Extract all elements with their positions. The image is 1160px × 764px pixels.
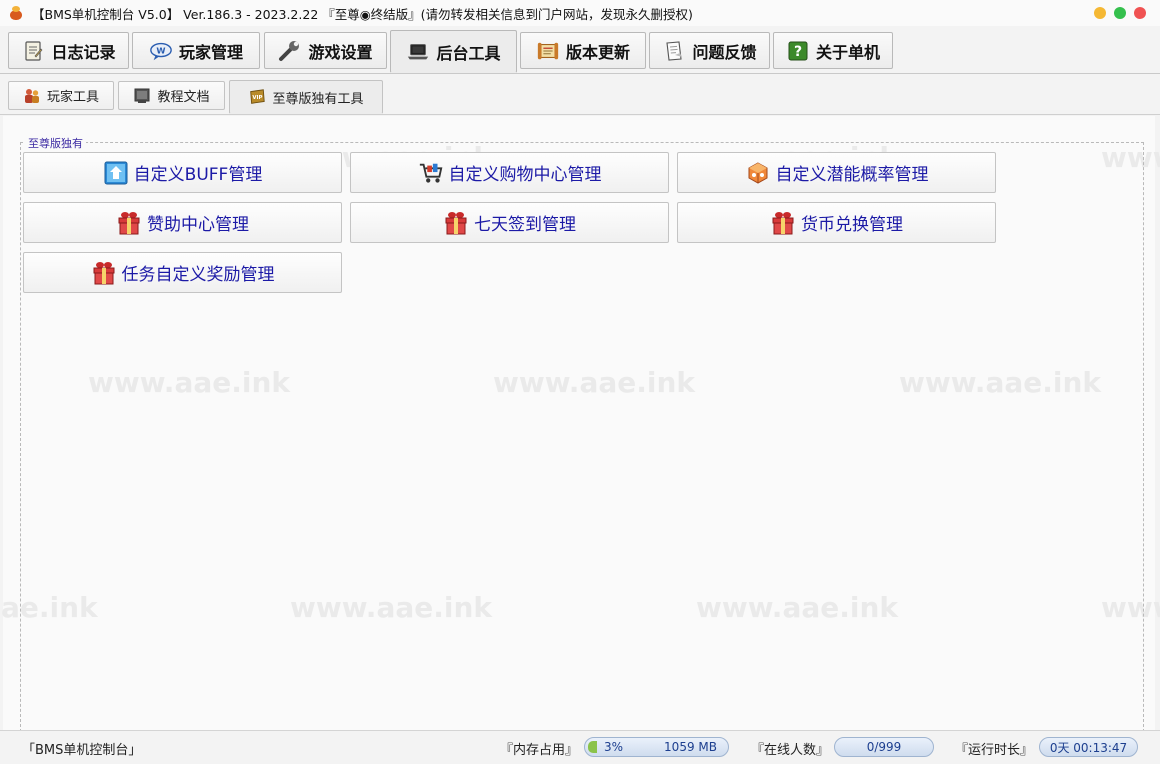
tab-label: 后台工具 bbox=[436, 43, 501, 63]
button-label: 赞助中心管理 bbox=[147, 215, 249, 235]
title-bar: 【BMS单机控制台 V5.0】 Ver.186.3 - 2023.2.22 『至… bbox=[0, 0, 1160, 26]
svg-text:W: W bbox=[156, 45, 165, 55]
group-title: 至尊版独有 bbox=[25, 135, 86, 151]
button-label: 自定义BUFF管理 bbox=[133, 165, 263, 185]
shopping-cart-icon bbox=[418, 160, 444, 186]
online-count: 0/999 bbox=[834, 737, 934, 757]
button-label: 货币兑换管理 bbox=[801, 215, 903, 235]
button-label: 自定义购物中心管理 bbox=[448, 165, 602, 185]
memory-used: 1059 MB bbox=[664, 740, 717, 754]
tab-label: 问题反馈 bbox=[692, 42, 757, 62]
memory-percent: 3% bbox=[604, 740, 624, 754]
svg-text:VIP: VIP bbox=[253, 95, 263, 101]
content-panel: www.aae.ink www.aae.ink www.aae.ink www.… bbox=[1, 116, 1160, 732]
currency-exchange-button[interactable]: 货币兑换管理 bbox=[677, 202, 996, 243]
button-label: 七天签到管理 bbox=[474, 215, 576, 235]
memory-label: 『内存占用』 bbox=[500, 743, 579, 758]
tab-label: 游戏设置 bbox=[308, 42, 373, 62]
tab-player-management[interactable]: W 玩家管理 bbox=[132, 32, 260, 69]
wrench-icon bbox=[278, 39, 302, 63]
gift-icon bbox=[443, 210, 469, 236]
maximize-button[interactable] bbox=[1114, 7, 1126, 19]
subtab-player-tools[interactable]: 玩家工具 bbox=[8, 81, 114, 110]
tab-label: 日志记录 bbox=[51, 42, 116, 62]
sub-tab-bar: 玩家工具 教程文档 VIP 至尊版独有工具 bbox=[0, 75, 1160, 115]
minimize-button[interactable] bbox=[1094, 7, 1106, 19]
custom-shop-button[interactable]: 自定义购物中心管理 bbox=[350, 152, 669, 193]
status-bar: 「BMS单机控制台」 『内存占用』 3% 1059 MB 『在线人数』 0/99… bbox=[0, 730, 1160, 764]
svg-text:?: ? bbox=[794, 44, 802, 60]
window-controls bbox=[1094, 7, 1146, 19]
status-app-name: 「BMS单机控制台」 bbox=[22, 743, 142, 758]
custom-potential-button[interactable]: 自定义潜能概率管理 bbox=[677, 152, 996, 193]
gift-icon bbox=[770, 210, 796, 236]
runtime-display: 0天 00:13:47 bbox=[1039, 737, 1138, 757]
app-logo-icon bbox=[8, 5, 24, 21]
window-title: 【BMS单机控制台 V5.0】 Ver.186.3 - 2023.2.22 『至… bbox=[32, 6, 693, 22]
seven-day-checkin-button[interactable]: 七天签到管理 bbox=[350, 202, 669, 243]
button-label: 任务自定义奖励管理 bbox=[121, 265, 275, 285]
feedback-note-icon bbox=[662, 39, 686, 63]
notepad-icon bbox=[21, 39, 45, 63]
gift-icon bbox=[91, 260, 117, 286]
tab-log[interactable]: 日志记录 bbox=[8, 32, 129, 69]
subtab-label: 玩家工具 bbox=[46, 90, 99, 105]
chat-bubble-icon: W bbox=[149, 39, 173, 63]
gift-icon bbox=[116, 210, 142, 236]
subtab-vip-tools[interactable]: VIP 至尊版独有工具 bbox=[229, 80, 383, 114]
tab-feedback[interactable]: 问题反馈 bbox=[649, 32, 770, 69]
scroll-icon bbox=[536, 39, 560, 63]
sponsor-center-button[interactable]: 赞助中心管理 bbox=[23, 202, 342, 243]
cube-icon bbox=[745, 160, 771, 186]
close-button[interactable] bbox=[1134, 7, 1146, 19]
players-icon bbox=[23, 87, 41, 105]
runtime-value: 0天 00:13:47 bbox=[1049, 740, 1128, 755]
runtime-label: 『运行时长』 bbox=[955, 743, 1034, 758]
main-tab-bar: 日志记录 W 玩家管理 游戏设置 后台工具 版本更新 问题反馈 ? 关于单机 bbox=[0, 26, 1160, 74]
custom-buff-button[interactable]: 自定义BUFF管理 bbox=[23, 152, 342, 193]
tab-label: 关于单机 bbox=[815, 42, 880, 62]
question-icon: ? bbox=[786, 39, 810, 63]
subtab-label: 教程文档 bbox=[157, 90, 210, 105]
tab-version-update[interactable]: 版本更新 bbox=[520, 32, 646, 69]
online-value: 0/999 bbox=[866, 740, 902, 754]
document-icon bbox=[133, 87, 151, 105]
online-label: 『在线人数』 bbox=[751, 743, 830, 758]
tab-game-settings[interactable]: 游戏设置 bbox=[264, 32, 387, 69]
tab-backend-tools[interactable]: 后台工具 bbox=[390, 30, 517, 73]
buff-icon bbox=[103, 160, 129, 186]
memory-usage-meter: 3% 1059 MB bbox=[584, 737, 729, 757]
memory-progress-bar bbox=[588, 741, 597, 753]
tab-label: 玩家管理 bbox=[178, 42, 243, 62]
quest-reward-button[interactable]: 任务自定义奖励管理 bbox=[23, 252, 342, 293]
subtab-label: 至尊版独有工具 bbox=[272, 91, 364, 107]
vip-badge-icon: VIP bbox=[248, 88, 266, 106]
subtab-tutorial-docs[interactable]: 教程文档 bbox=[118, 81, 225, 110]
tab-about[interactable]: ? 关于单机 bbox=[773, 32, 893, 69]
tab-label: 版本更新 bbox=[565, 42, 630, 62]
button-label: 自定义潜能概率管理 bbox=[775, 165, 929, 185]
laptop-icon bbox=[406, 40, 430, 64]
